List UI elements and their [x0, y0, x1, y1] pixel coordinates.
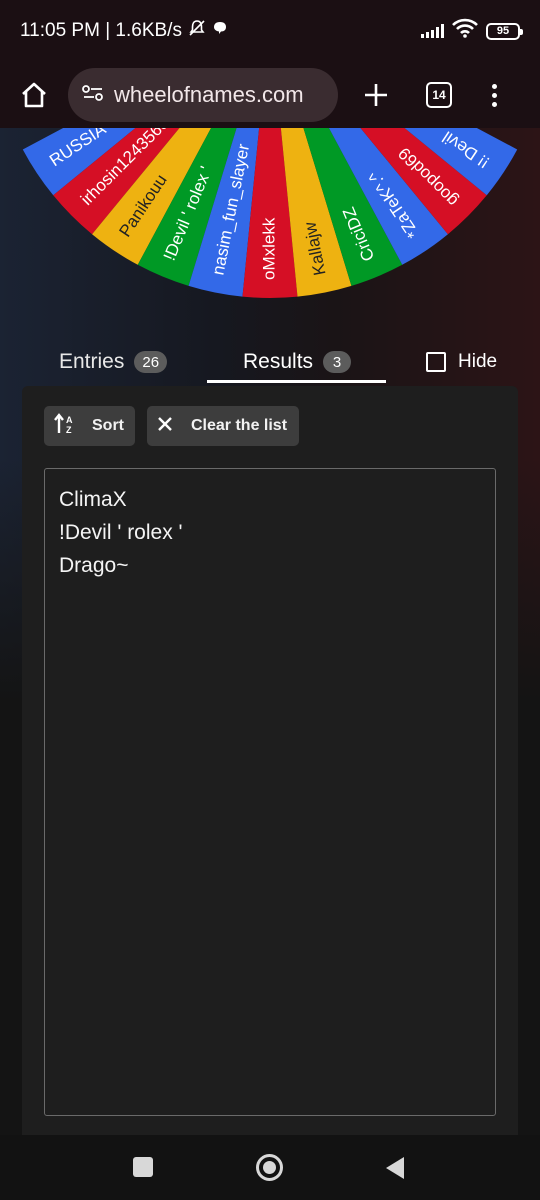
result-item: ClimaX — [59, 488, 127, 511]
browser-menu-button[interactable] — [492, 83, 497, 107]
browser-toolbar: wheelofnames.com 14 — [0, 62, 540, 128]
home-icon — [22, 82, 46, 108]
home-button[interactable] — [14, 75, 54, 115]
back-triangle-icon — [386, 1157, 404, 1179]
entries-count-badge: 26 — [134, 351, 168, 373]
chat-bubble-icon — [212, 20, 228, 42]
tab-switcher-button[interactable]: 14 — [426, 82, 452, 108]
tab-entries[interactable]: Entries 26 — [59, 340, 168, 384]
system-nav-bar — [0, 1135, 540, 1200]
plus-icon — [365, 84, 387, 106]
recent-apps-button[interactable] — [133, 1157, 153, 1177]
results-count-badge: 3 — [323, 351, 352, 373]
hide-label: Hide — [458, 351, 498, 372]
tab-results-label: Results — [243, 350, 314, 373]
new-tab-button[interactable] — [360, 75, 392, 115]
sort-icon: AZ — [54, 412, 78, 440]
site-settings-icon[interactable] — [82, 84, 104, 107]
home-nav-button[interactable] — [256, 1154, 283, 1181]
clear-list-button[interactable]: Clear the list — [147, 406, 299, 446]
result-item: Drago~ — [59, 554, 129, 577]
tab-results[interactable]: Results 3 — [243, 340, 352, 384]
battery-level: 95 — [496, 25, 510, 37]
svg-text:Z: Z — [66, 425, 72, 435]
svg-text:A: A — [66, 415, 73, 425]
sort-button[interactable]: AZ Sort — [44, 406, 135, 446]
results-textarea[interactable]: ClimaX !Devil ' rolex ' Drago~ — [44, 468, 496, 1116]
sort-label: Sort — [92, 417, 124, 434]
hide-checkbox[interactable]: Hide — [426, 340, 497, 384]
close-icon — [157, 416, 173, 437]
result-item: !Devil ' rolex ' — [59, 521, 183, 544]
status-time: 11:05 PM | 1.6KB/s — [20, 20, 182, 41]
notification-muted-icon — [188, 19, 206, 43]
battery-icon: 95 — [486, 22, 523, 40]
cell-signal-icon — [421, 24, 444, 38]
url-text: wheelofnames.com — [114, 82, 304, 107]
page-content: RUSSIA irhosin1243563 Panikouu !Devil ' rol… — [0, 128, 540, 1135]
status-bar: 11:05 PM | 1.6KB/s 95 — [0, 0, 540, 62]
active-tab-indicator — [207, 380, 386, 383]
address-bar[interactable]: wheelofnames.com — [68, 68, 338, 122]
wifi-icon — [452, 18, 478, 44]
clear-list-label: Clear the list — [191, 417, 288, 434]
tab-entries-label: Entries — [59, 350, 125, 373]
tab-count: 14 — [432, 88, 446, 102]
checkbox-icon — [426, 352, 446, 372]
results-panel: AZ Sort Clear the list ClimaX !Devil ' r… — [22, 386, 518, 1135]
wheel-segment-label: oMxlekk — [259, 217, 278, 280]
back-button[interactable] — [385, 1156, 405, 1185]
